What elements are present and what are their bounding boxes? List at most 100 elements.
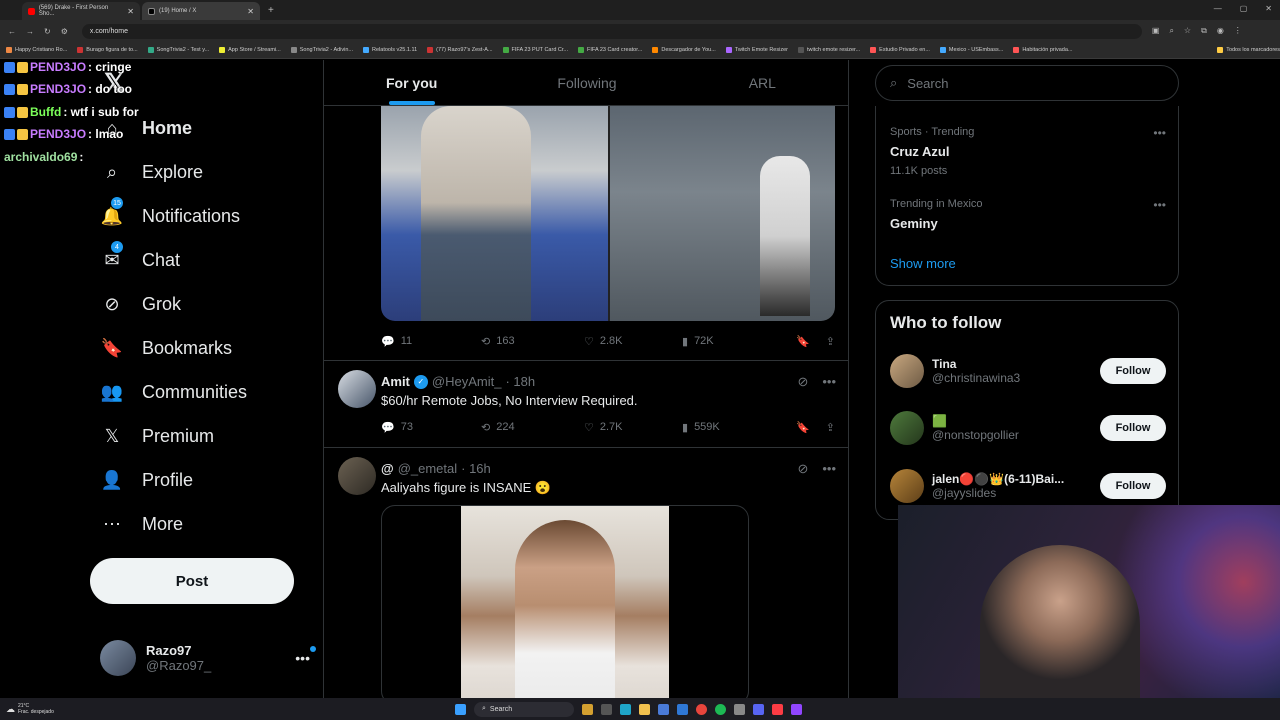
nav-item-premium[interactable]: 𝕏 Premium (100, 424, 214, 448)
media-photo-right[interactable] (608, 106, 835, 321)
mail-icon[interactable] (677, 703, 688, 715)
account-switcher[interactable]: Razo97 @Razo97_ ••• (100, 638, 316, 678)
discord-icon[interactable] (753, 703, 764, 715)
bookmark-item[interactable]: Happy Cristiano Ro... (6, 47, 67, 53)
bookmark-icon[interactable]: 🔖 (796, 335, 810, 348)
bookmark-item[interactable]: Descargador de You... (652, 47, 716, 53)
follow-button[interactable]: Follow (1100, 415, 1166, 441)
bookmark-item[interactable]: SongTrivia2 - Test y... (147, 47, 209, 53)
back-icon[interactable]: ← (8, 27, 16, 36)
tab-arl[interactable]: ARL (675, 60, 848, 105)
app-icon[interactable] (734, 703, 745, 715)
share-icon[interactable]: ⇪ (826, 335, 835, 348)
bookmark-item[interactable]: Mexico - USEmbass... (939, 47, 1003, 53)
bookmark-item[interactable]: FIFA 23 PUT Card Cr... (502, 47, 568, 53)
bookmark-item[interactable]: SongTrivia2 - Adivin... (290, 47, 353, 53)
browser-tab-x[interactable]: (19) Home / X ✕ (142, 2, 260, 20)
new-tab-icon[interactable]: + (268, 5, 274, 16)
nav-item-chat[interactable]: ✉ 4 Chat (100, 240, 180, 272)
bookmark-item[interactable]: (77) Razo97's Zest-A... (427, 47, 493, 53)
minimize-icon[interactable]: — (1214, 4, 1222, 13)
more-dots-icon[interactable]: ••• (822, 374, 836, 390)
tab-for-you[interactable]: For you (324, 60, 499, 105)
edge-icon[interactable] (620, 703, 631, 715)
bookmark-item[interactable]: Estudio Privado en... (870, 47, 930, 53)
author-name[interactable]: Amit (381, 374, 410, 389)
bookmark-item[interactable]: FIFA 23 Card creator... (578, 47, 642, 53)
site-info-icon[interactable]: ⚙ (61, 27, 68, 36)
grok-icon[interactable]: ⊘ (797, 461, 808, 477)
share-icon[interactable]: ⇪ (826, 421, 835, 434)
author-handle[interactable]: @_emetal (398, 461, 457, 476)
task-view-icon[interactable] (601, 703, 612, 715)
nav-item-profile[interactable]: 👤 Profile (100, 468, 193, 492)
maximize-icon[interactable]: ▢ (1240, 4, 1248, 13)
menu-icon[interactable]: ⋮ (1234, 26, 1242, 36)
video-frame[interactable] (461, 506, 669, 698)
nav-item-grok[interactable]: ⊘ Grok (100, 292, 181, 316)
views-button[interactable]: ▮ 559K (682, 421, 782, 434)
spotify-icon[interactable] (715, 703, 726, 715)
follow-button[interactable]: Follow (1100, 358, 1166, 384)
forward-icon[interactable]: → (26, 27, 34, 36)
bookmark-icon[interactable]: 🔖 (796, 421, 810, 434)
profile-icon[interactable]: ◉ (1217, 26, 1224, 36)
more-dots-icon[interactable]: ••• (1153, 126, 1166, 140)
extensions-icon[interactable]: ⧉ (1201, 26, 1207, 36)
folder-icon[interactable] (639, 703, 650, 715)
avatar[interactable] (338, 370, 376, 408)
twitch-icon[interactable] (791, 703, 802, 715)
close-window-icon[interactable]: ✕ (1265, 4, 1272, 13)
trend-item[interactable]: Sports · Trending Cruz Azul 11.1K posts … (890, 126, 1166, 177)
media-photo-left[interactable] (381, 106, 608, 321)
bookmark-item[interactable]: Twitch Emote Resizer (725, 47, 788, 53)
post-media-image[interactable] (381, 106, 835, 321)
more-dots-icon[interactable]: ••• (1153, 198, 1166, 212)
like-button[interactable]: ♡ 2.8K (584, 335, 682, 348)
more-dots-icon[interactable]: ••• (822, 461, 836, 477)
author-handle[interactable]: @HeyAmit_ (432, 374, 502, 389)
follow-suggestion[interactable]: jalen🔴⚫👑(6-11)Bai... @jayyslides Follow (890, 466, 1166, 506)
star-icon[interactable]: ☆ (1184, 26, 1191, 36)
close-tab-icon[interactable]: ✕ (127, 7, 134, 16)
avatar[interactable] (890, 469, 924, 503)
weather-widget[interactable]: ☁ 21°C Frac. despejado (6, 703, 54, 715)
like-button[interactable]: ♡ 2.7K (584, 421, 682, 434)
avatar[interactable] (890, 411, 924, 445)
url-field[interactable]: x.com/home (81, 23, 1142, 39)
reply-button[interactable]: 💬 73 (381, 421, 481, 434)
close-tab-icon[interactable]: ✕ (247, 7, 254, 16)
taskbar-search[interactable]: ⌕ Search (474, 701, 574, 717)
bookmark-item[interactable]: App Store / Streami... (219, 47, 281, 53)
bookmark-item[interactable]: Relatools v25.1.11 (363, 47, 417, 53)
author-name[interactable]: @ (381, 461, 394, 476)
show-more-link[interactable]: Show more (890, 256, 956, 271)
nav-item-communities[interactable]: 👥 Communities (100, 380, 247, 404)
reply-button[interactable]: 💬 11 (381, 335, 481, 348)
post-media-video[interactable] (381, 505, 749, 698)
search-input[interactable]: ⌕ Search (875, 65, 1179, 101)
avatar[interactable] (890, 354, 924, 388)
nav-item-bookmarks[interactable]: 🔖 Bookmarks (100, 336, 232, 360)
install-icon[interactable]: ▣ (1152, 26, 1160, 36)
bookmark-item[interactable]: Todos los marcadores (1217, 47, 1280, 53)
follow-button[interactable]: Follow (1100, 473, 1166, 499)
tab-following[interactable]: Following (499, 60, 674, 105)
store-icon[interactable] (658, 703, 669, 715)
music-icon[interactable] (772, 703, 783, 715)
bookmark-item[interactable]: Habitación privada... (1013, 47, 1072, 53)
nav-item-explore[interactable]: ⌕ Explore (100, 160, 203, 184)
nav-item-notifications[interactable]: 🔔 15 Notifications (100, 196, 240, 228)
zoom-icon[interactable]: ⌕ (1169, 26, 1173, 36)
bookmark-item[interactable]: Burago figura de to... (77, 47, 138, 53)
app-icon[interactable] (582, 703, 593, 715)
chrome-icon[interactable] (696, 703, 707, 715)
follow-suggestion[interactable]: 🟩 @nonstopgollier Follow (890, 408, 1166, 448)
post-button[interactable]: Post (90, 558, 294, 604)
follow-suggestion[interactable]: Tina @christinawina3 Follow (890, 351, 1166, 391)
more-dots-icon[interactable]: ••• (295, 646, 316, 666)
reload-icon[interactable]: ↻ (44, 27, 51, 36)
windows-start-icon[interactable] (455, 703, 466, 715)
browser-tab-youtube[interactable]: (569) Drake - First Person Sho... ✕ (22, 2, 140, 20)
repost-button[interactable]: ⟲ 224 (481, 421, 584, 434)
